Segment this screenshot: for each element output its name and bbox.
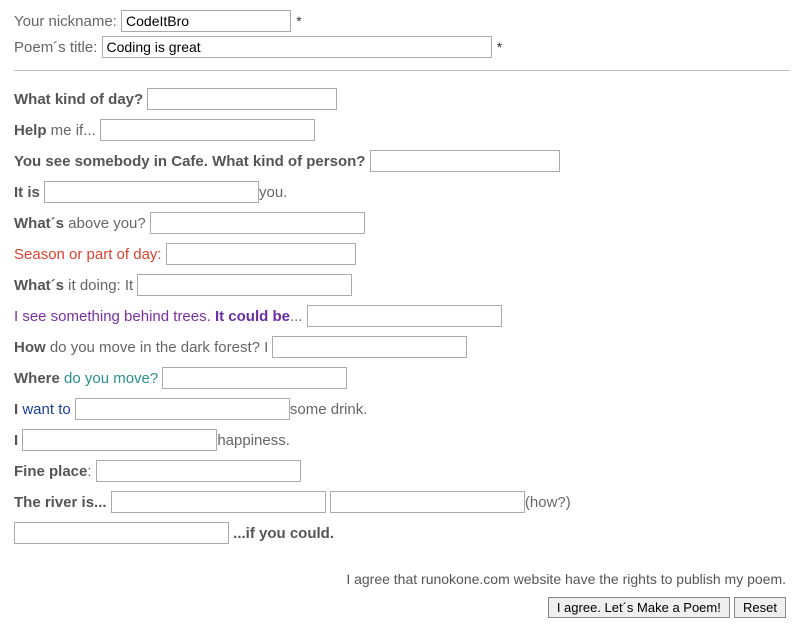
prompt-line-8: I see something behind trees. It could b… [14,304,790,330]
divider [14,70,790,71]
answer-input[interactable] [272,336,467,358]
line-text-bold: Fine place [14,463,87,480]
line-text: me if... [47,122,96,139]
submit-button[interactable]: I agree. Let´s Make a Poem! [548,597,730,618]
answer-input[interactable] [111,491,326,513]
answer-input[interactable] [150,212,365,234]
prompt-line-10: Where do you move? [14,366,790,392]
prompt-line-12: I happiness. [14,428,790,454]
answer-input-2[interactable] [330,491,525,513]
prompt-line-4: It is you. [14,180,790,206]
prompt-line-3: You see somebody in Cafe. What kind of p… [14,149,790,175]
line-text: What kind of day? [14,91,143,108]
nickname-input[interactable] [121,10,291,32]
line-text: Season or part of day: [14,246,162,263]
line-text: (how?) [525,494,571,511]
reset-button[interactable]: Reset [734,597,786,618]
line-text: I see something behind trees. [14,308,211,325]
line-text-bold: Where [14,370,60,387]
required-star: * [296,13,301,29]
prompt-line-9: How do you move in the dark forest? I [14,335,790,361]
line-text: above you? [64,215,146,232]
line-text: want to [18,401,75,418]
answer-input[interactable] [370,150,560,172]
answer-input[interactable] [307,305,502,327]
prompt-line-13: Fine place: [14,459,790,485]
answer-input[interactable] [44,181,259,203]
title-row: Poem´s title: * [14,36,790,58]
line-text: do you move in the dark forest? I [46,339,269,356]
nickname-row: Your nickname: * [14,10,790,32]
line-text: You see somebody in Cafe. What kind of p… [14,153,365,170]
prompt-line-2: Help me if... [14,118,790,144]
prompt-line-14: The river is... (how?) [14,490,790,516]
line-text-bold: It could be [211,308,290,325]
prompt-line-5: What´s above you? [14,211,790,237]
line-text-bold: What´s [14,215,64,232]
answer-input[interactable] [22,429,217,451]
line-text-bold: I [14,432,18,449]
prompt-line-11: I want to some drink. [14,397,790,423]
line-text: happiness. [217,432,290,449]
answer-input[interactable] [100,119,315,141]
answer-input[interactable] [14,522,229,544]
title-input[interactable] [102,36,492,58]
answer-input[interactable] [147,88,337,110]
answer-input[interactable] [137,274,352,296]
line-text: : [87,463,91,480]
line-text: ...if you could. [233,525,334,542]
answer-input[interactable] [96,460,301,482]
button-row: I agree. Let´s Make a Poem! Reset [14,597,790,618]
line-text: do you move? [60,370,158,387]
line-text-bold: The river is... [14,494,107,511]
prompt-line-6: Season or part of day: [14,242,790,268]
line-text-bold: How [14,339,46,356]
line-text: it doing: It [64,277,133,294]
line-text-bold: It is [14,184,40,201]
answer-input[interactable] [166,243,356,265]
agreement-text: I agree that runokone.com website have t… [14,571,790,587]
prompt-line-15: ...if you could. [14,521,790,547]
title-label: Poem´s title: [14,39,97,56]
prompt-line-1: What kind of day? [14,87,790,113]
answer-input[interactable] [75,398,290,420]
required-star: * [497,39,502,55]
line-text: you. [259,184,287,201]
line-text-bold: What´s [14,277,64,294]
answer-input[interactable] [162,367,347,389]
nickname-label: Your nickname: [14,13,117,30]
prompt-line-7: What´s it doing: It [14,273,790,299]
line-text: some drink. [290,401,368,418]
line-text-bold: Help [14,122,47,139]
line-text: ... [290,308,303,325]
